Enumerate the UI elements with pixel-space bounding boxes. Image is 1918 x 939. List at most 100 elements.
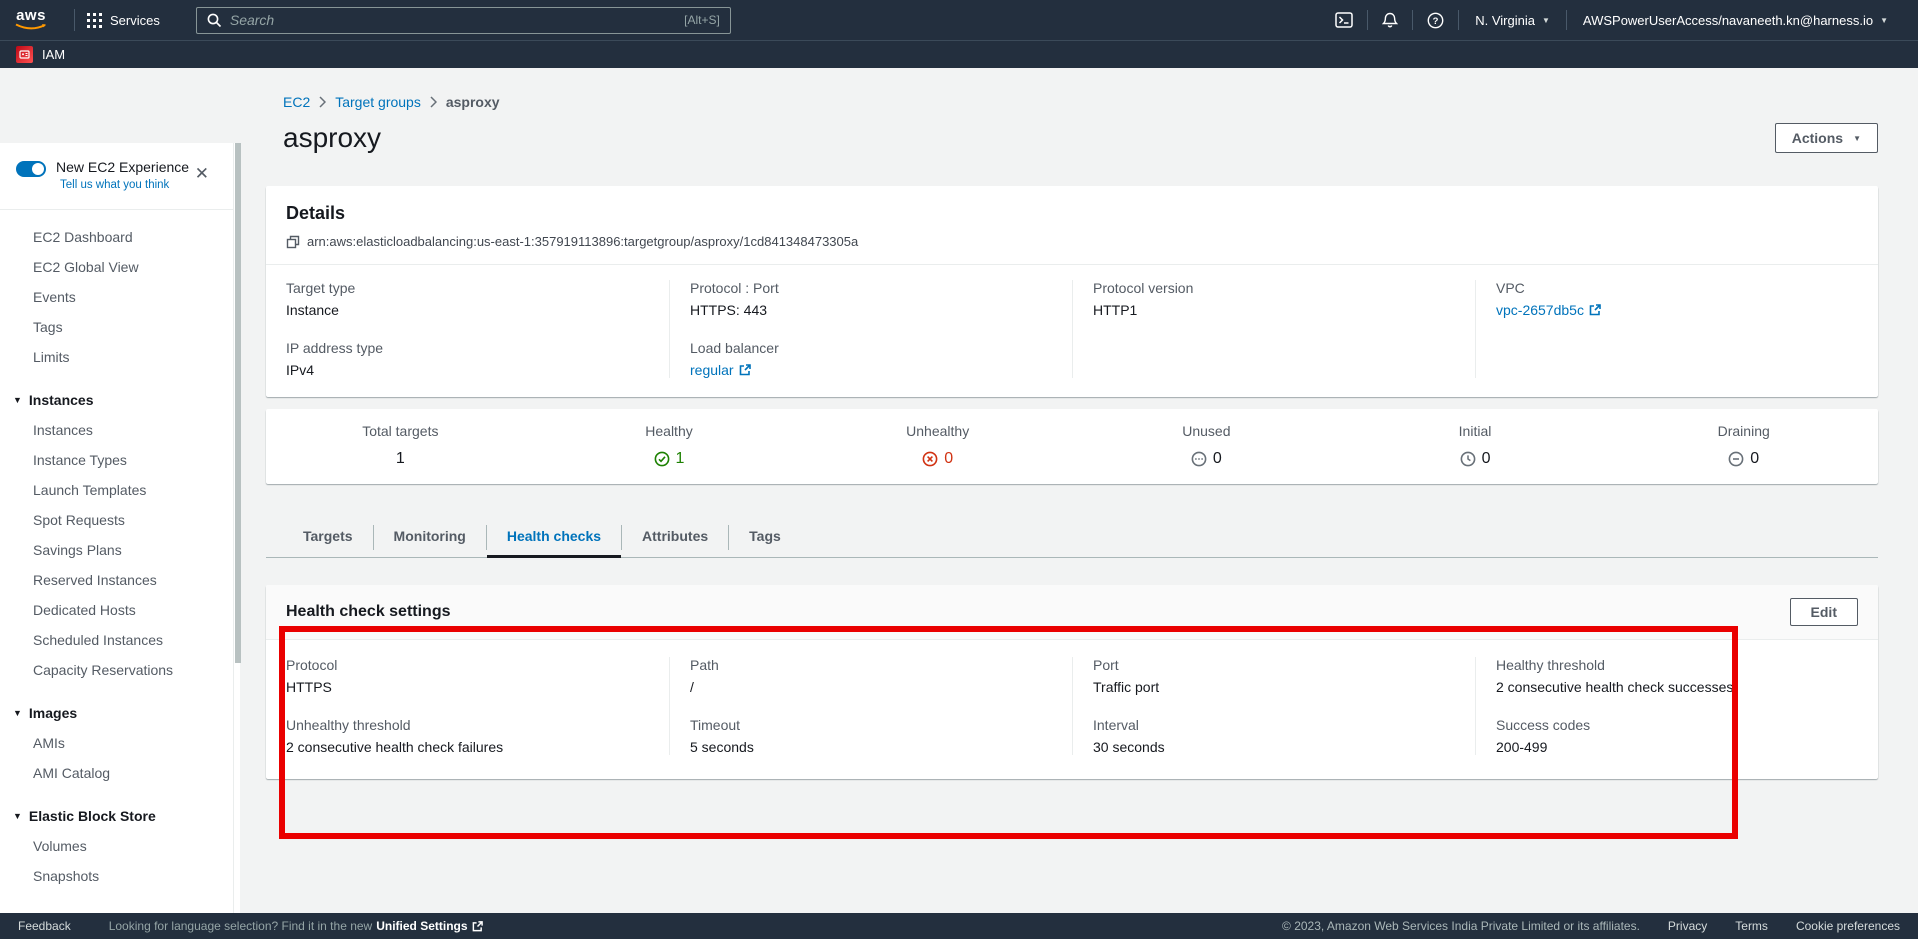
sidebar-item-instance-types[interactable]: Instance Types xyxy=(0,445,233,475)
circle-minus-icon xyxy=(1728,451,1744,467)
external-link-icon xyxy=(1589,304,1601,316)
sidebar-item-capacity-reservations[interactable]: Capacity Reservations xyxy=(0,655,233,685)
nav-divider xyxy=(74,9,75,31)
triangle-down-icon: ▼ xyxy=(13,708,22,718)
field-load-balancer: Load balancer regular xyxy=(690,340,1052,378)
footer: Feedback Looking for language selection?… xyxy=(0,913,1918,939)
external-link-icon xyxy=(472,921,483,932)
services-label: Services xyxy=(110,13,160,28)
scrollbar-thumb[interactable] xyxy=(235,143,241,663)
sidebar-item-instances[interactable]: Instances xyxy=(0,415,233,445)
sidebar-section-instances[interactable]: ▼ Instances xyxy=(0,385,233,415)
search-icon xyxy=(207,13,222,28)
chevron-down-icon: ▼ xyxy=(1853,134,1861,143)
load-balancer-link[interactable]: regular xyxy=(690,362,751,378)
sidebar-item-dedicated-hosts[interactable]: Dedicated Hosts xyxy=(0,595,233,625)
breadcrumb-ec2[interactable]: EC2 xyxy=(283,94,310,110)
new-ec2-experience-toggle[interactable] xyxy=(16,161,46,177)
page-title: asproxy xyxy=(283,122,381,154)
sidebar-item-ec2-global-view[interactable]: EC2 Global View xyxy=(0,252,233,282)
stat-healthy: Healthy 1 xyxy=(535,423,804,468)
sidebar-item-savings-plans[interactable]: Savings Plans xyxy=(0,535,233,565)
sidebar: New EC2 Experience Tell us what you thin… xyxy=(0,68,240,913)
sidebar-item-limits[interactable]: Limits xyxy=(0,342,233,372)
account-label: AWSPowerUserAccess/navaneeth.kn@harness.… xyxy=(1583,13,1873,28)
actions-button[interactable]: Actions ▼ xyxy=(1775,123,1878,153)
privacy-link[interactable]: Privacy xyxy=(1668,919,1707,933)
svg-text:?: ? xyxy=(1433,16,1439,27)
sidebar-panel: New EC2 Experience Tell us what you thin… xyxy=(0,143,233,913)
tab-attributes[interactable]: Attributes xyxy=(622,518,728,557)
tab-tags[interactable]: Tags xyxy=(729,518,801,557)
circle-ellipsis-icon xyxy=(1191,451,1207,467)
cloudshell-button[interactable] xyxy=(1321,12,1367,28)
stat-total-targets: Total targets 1 xyxy=(266,423,535,468)
tab-health-checks[interactable]: Health checks xyxy=(487,518,621,557)
language-selection-text: Looking for language selection? Find it … xyxy=(109,919,483,933)
search-box[interactable]: [Alt+S] xyxy=(196,7,731,34)
circle-check-icon xyxy=(654,451,670,467)
close-icon[interactable]: ✕ xyxy=(195,165,209,182)
chevron-down-icon: ▼ xyxy=(1880,16,1888,25)
sidebar-item-events[interactable]: Events xyxy=(0,282,233,312)
sidebar-item-launch-templates[interactable]: Launch Templates xyxy=(0,475,233,505)
region-label: N. Virginia xyxy=(1475,13,1535,28)
sidebar-item-spot-requests[interactable]: Spot Requests xyxy=(0,505,233,535)
sidebar-item-amis[interactable]: AMIs xyxy=(0,728,233,758)
notifications-button[interactable] xyxy=(1368,12,1412,29)
sidebar-item-volumes[interactable]: Volumes xyxy=(0,831,233,861)
breadcrumb-target-groups[interactable]: Target groups xyxy=(335,94,421,110)
circle-x-icon xyxy=(922,451,938,467)
cloudshell-icon xyxy=(1335,12,1353,28)
favorites-bar: IAM xyxy=(0,40,1918,68)
triangle-down-icon: ▼ xyxy=(13,395,22,405)
section-title: Instances xyxy=(29,392,94,408)
sidebar-item-reserved-instances[interactable]: Reserved Instances xyxy=(0,565,233,595)
breadcrumb-current: asproxy xyxy=(446,94,500,110)
aws-smile-icon xyxy=(14,23,48,31)
terms-link[interactable]: Terms xyxy=(1735,919,1768,933)
tell-us-what-you-think-link[interactable]: Tell us what you think xyxy=(60,179,169,191)
unified-settings-link[interactable]: Unified Settings xyxy=(376,919,482,933)
target-group-arn: arn:aws:elasticloadbalancing:us-east-1:3… xyxy=(307,234,858,249)
bell-icon xyxy=(1382,12,1398,29)
sidebar-item-ami-catalog[interactable]: AMI Catalog xyxy=(0,758,233,788)
sidebar-item-ec2-dashboard[interactable]: EC2 Dashboard xyxy=(0,222,233,252)
tab-monitoring[interactable]: Monitoring xyxy=(374,518,486,557)
field-healthy-threshold: Healthy threshold 2 consecutive health c… xyxy=(1496,657,1858,695)
sidebar-item-tags[interactable]: Tags xyxy=(0,312,233,342)
field-protocol-port: Protocol : Port HTTPS: 443 xyxy=(690,280,1052,318)
aws-logo[interactable]: aws xyxy=(14,9,48,31)
field-target-type: Target type Instance xyxy=(286,280,649,318)
feedback-link[interactable]: Feedback xyxy=(18,919,71,933)
search-shortcut: [Alt+S] xyxy=(684,13,720,27)
tab-targets[interactable]: Targets xyxy=(283,518,373,557)
field-success-codes: Success codes 200-499 xyxy=(1496,717,1858,755)
sidebar-scrollbar[interactable] xyxy=(233,143,240,913)
toggle-knob xyxy=(32,163,44,175)
vpc-link[interactable]: vpc-2657db5c xyxy=(1496,302,1601,318)
search-input[interactable] xyxy=(230,12,684,28)
field-protocol-version: Protocol version HTTP1 xyxy=(1093,280,1455,318)
cookie-preferences-link[interactable]: Cookie preferences xyxy=(1796,919,1900,933)
sidebar-section-images[interactable]: ▼ Images xyxy=(0,698,233,728)
stat-draining: Draining 0 xyxy=(1609,423,1878,468)
actions-label: Actions xyxy=(1792,130,1843,146)
region-selector[interactable]: N. Virginia ▼ xyxy=(1459,13,1566,28)
help-button[interactable]: ? xyxy=(1413,12,1458,29)
favorite-iam-link[interactable]: IAM xyxy=(42,47,65,62)
section-title: Images xyxy=(29,705,77,721)
stat-unhealthy: Unhealthy 0 xyxy=(803,423,1072,468)
breadcrumb: EC2 Target groups asproxy xyxy=(266,94,1878,110)
sidebar-item-scheduled-instances[interactable]: Scheduled Instances xyxy=(0,625,233,655)
field-unhealthy-threshold: Unhealthy threshold 2 consecutive health… xyxy=(286,717,649,755)
services-menu-button[interactable]: Services xyxy=(87,13,160,28)
health-check-settings-title: Health check settings xyxy=(286,603,451,621)
sidebar-item-snapshots[interactable]: Snapshots xyxy=(0,861,233,891)
copy-icon[interactable] xyxy=(286,235,300,249)
sidebar-section-elastic-block-store[interactable]: ▼ Elastic Block Store xyxy=(0,801,233,831)
field-interval: Interval 30 seconds xyxy=(1093,717,1455,755)
edit-button[interactable]: Edit xyxy=(1790,598,1858,626)
account-menu[interactable]: AWSPowerUserAccess/navaneeth.kn@harness.… xyxy=(1567,13,1904,28)
field-port: Port Traffic port xyxy=(1093,657,1455,695)
